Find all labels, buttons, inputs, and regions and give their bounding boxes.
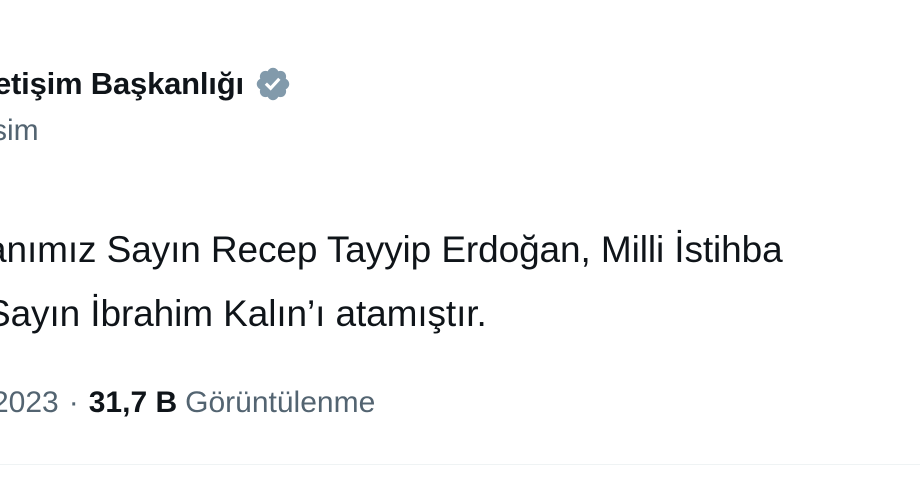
tweet-text-line: Sayın İbrahim Kalın’ı atamıştır. xyxy=(0,293,487,334)
tweet-date[interactable]: 2023 xyxy=(0,386,59,420)
author-display-name[interactable]: etişim Başkanlığı xyxy=(0,66,244,102)
verified-badge-icon[interactable] xyxy=(254,65,292,103)
tweet-detail: etişim Başkanlığı sim anımız Sayın Recep… xyxy=(0,0,920,480)
tweet-meta: 2023 · 31,7 B Görüntülenme xyxy=(0,378,375,428)
tweet-text-line: anımız Sayın Recep Tayyip Erdoğan, Milli… xyxy=(0,229,783,270)
meta-separator: · xyxy=(68,386,79,419)
author-handle[interactable]: sim xyxy=(0,114,39,148)
views-label: Görüntülenme xyxy=(185,386,376,419)
views-count: 31,7 B xyxy=(88,386,178,419)
tweet-text: anımız Sayın Recep Tayyip Erdoğan, Milli… xyxy=(0,218,783,346)
author-row: etişim Başkanlığı xyxy=(0,62,292,106)
divider xyxy=(0,464,920,465)
